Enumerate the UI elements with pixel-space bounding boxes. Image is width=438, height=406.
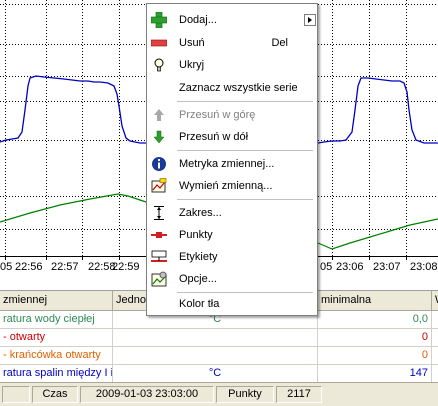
status-datetime: 2009-01-03 23:03:00 (80, 386, 214, 403)
minus-icon (151, 39, 167, 47)
min-value-cell[interactable]: 0 (318, 347, 432, 365)
plus-icon (151, 12, 167, 28)
menu-item-label: Metryka zmiennej... (179, 158, 275, 170)
grid-header-extra[interactable]: W (432, 291, 438, 311)
series-line-green[interactable] (0, 193, 147, 223)
menu-item-label: Etykiety (179, 251, 218, 263)
series-line-blue[interactable] (0, 75, 146, 144)
menu-item-remove[interactable]: Usuń Del (148, 32, 316, 54)
extra-cell[interactable] (432, 347, 438, 365)
variable-name-cell[interactable]: ratura wody ciepłej (0, 311, 113, 329)
status-label-points: Punkty (216, 386, 274, 403)
menu-item-label: Zaznacz wszystkie serie (179, 82, 298, 94)
x-tick-label: 05 (320, 261, 333, 273)
status-label-time: Czas (32, 386, 78, 403)
series-line-blue-right[interactable] (317, 77, 438, 144)
variable-name-cell[interactable]: - krańcówka otwarty (0, 347, 113, 365)
menu-item-shortcut: Del (271, 37, 288, 49)
menu-item-replace-variable[interactable]: Wymień zmienną... (148, 175, 316, 197)
menu-item-label: Punkty (179, 229, 213, 241)
min-value-cell[interactable]: 147 (318, 365, 432, 383)
status-panel-blank (2, 386, 30, 403)
info-icon (152, 157, 166, 171)
points-icon (151, 232, 167, 238)
arrow-down-icon (153, 130, 165, 144)
menu-item-label: Dodaj... (179, 14, 217, 26)
grid-header-min[interactable]: minimalna (318, 291, 432, 311)
series-line-green-right[interactable] (317, 218, 438, 250)
unit-cell[interactable] (113, 329, 318, 347)
menu-item-options[interactable]: Opcje... (148, 268, 316, 290)
lightbulb-icon (154, 58, 164, 72)
menu-item-labels[interactable]: Etykiety (148, 246, 316, 268)
menu-item-variable-metrics[interactable]: Metryka zmiennej... (148, 153, 316, 175)
x-tick-label: 23:06 (336, 261, 364, 273)
labels-icon (151, 250, 167, 262)
unit-cell[interactable] (113, 347, 318, 365)
x-tick-label: 22:59 (112, 261, 140, 273)
menu-item-points[interactable]: Punkty (148, 224, 316, 246)
x-tick-label: 05 (0, 261, 13, 273)
status-bar: Czas 2009-01-03 23:03:00 Punkty 2117 (0, 382, 438, 406)
menu-item-background-color[interactable]: Kolor tła (148, 293, 316, 315)
menu-item-add[interactable]: Dodaj... (148, 9, 316, 31)
variable-name-cell[interactable]: ratura spalin między I i (0, 365, 113, 383)
chevron-right-icon (304, 14, 316, 26)
menu-item-label: Wymień zmienną... (179, 180, 273, 192)
menu-item-label: Przesuń w dół (179, 131, 249, 143)
arrow-up-icon (154, 109, 164, 121)
unit-cell[interactable]: °C (113, 365, 318, 383)
context-menu[interactable]: Dodaj... Usuń Del Ukryj Zaznacz wszystki… (146, 3, 318, 316)
range-icon (154, 206, 164, 220)
x-tick-label: 23:08 (410, 261, 438, 273)
grid-header-unit[interactable]: Jednos (113, 291, 147, 311)
menu-separator (177, 199, 313, 200)
extra-cell[interactable] (432, 365, 438, 383)
menu-item-label: Ukryj (179, 59, 205, 71)
menu-item-move-up[interactable]: Przesuń w górę (148, 104, 316, 126)
menu-item-move-down[interactable]: Przesuń w dół (148, 126, 316, 148)
extra-cell[interactable] (432, 329, 438, 347)
x-tick-label: 22:56 (15, 261, 43, 273)
options-icon (151, 271, 167, 287)
menu-item-hide[interactable]: Ukryj (148, 54, 316, 76)
menu-item-label: Kolor tła (179, 298, 220, 310)
x-tick-label: 22:57 (51, 261, 79, 273)
menu-item-select-all-series[interactable]: Zaznacz wszystkie serie (148, 77, 316, 99)
menu-item-label: Opcje... (179, 273, 217, 285)
replace-icon (151, 178, 167, 193)
min-value-cell[interactable]: 0 (318, 329, 432, 347)
status-points-count: 2117 (276, 386, 322, 403)
variable-name-cell[interactable]: - otwarty (0, 329, 113, 347)
menu-item-range[interactable]: Zakres... (148, 202, 316, 224)
menu-item-label: Przesuń w górę (179, 109, 256, 121)
menu-item-label: Zakres... (179, 207, 222, 219)
menu-item-label: Usuń (179, 37, 205, 49)
menu-separator (177, 101, 313, 102)
grid-header-name[interactable]: zmiennej (0, 291, 113, 311)
min-value-cell[interactable]: 0,0 (318, 311, 432, 329)
extra-cell[interactable] (432, 311, 438, 329)
x-tick-label: 23:07 (373, 261, 401, 273)
menu-separator (177, 150, 313, 151)
